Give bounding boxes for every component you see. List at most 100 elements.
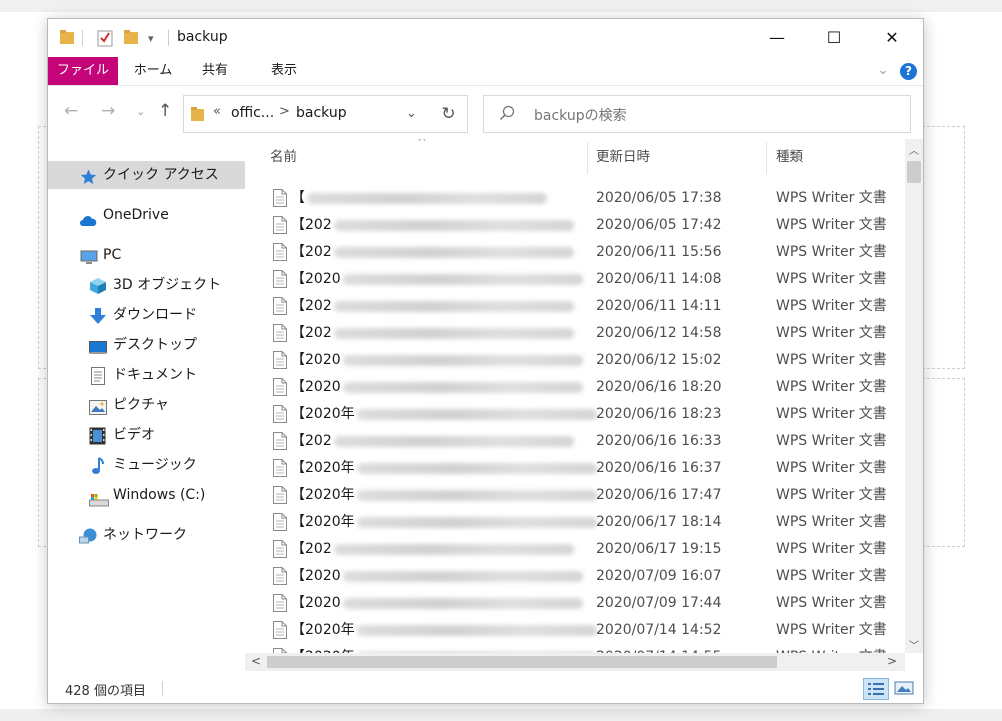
table-row[interactable]: 【202 2020/06/12 14:58 WPS Writer 文書: [245, 320, 905, 347]
details-view-button[interactable]: [863, 678, 889, 700]
quick-access-dropdown-icon[interactable]: ▾: [148, 32, 154, 45]
file-name-text: 【2020年: [291, 514, 355, 530]
table-row[interactable]: 【2020年 2020/06/16 17:47 WPS Writer 文書: [245, 482, 905, 509]
file-type: WPS Writer 文書: [776, 514, 887, 530]
table-row[interactable]: 【2020年2020/07/14 14:55 WPS Writer 文書: [245, 644, 905, 653]
refresh-button[interactable]: ↻: [430, 95, 468, 133]
table-row[interactable]: 【2020 2020/06/11 14:08 WPS Writer 文書: [245, 266, 905, 293]
horizontal-scrollbar[interactable]: < >: [245, 653, 905, 671]
address-overflow-chevron[interactable]: «: [213, 104, 221, 119]
file-name: 【2020年: [291, 401, 597, 428]
forward-arrow-icon[interactable]: →: [101, 101, 115, 121]
sidebar-item-downloads[interactable]: ダウンロード: [48, 301, 245, 329]
scroll-right-arrow-icon[interactable]: >: [887, 654, 897, 668]
table-row[interactable]: 【 2020/06/05 17:38 WPS Writer 文書: [245, 185, 905, 212]
large-icons-view-button[interactable]: [893, 678, 917, 698]
file-type: WPS Writer 文書: [776, 487, 887, 503]
picture-icon: [89, 397, 107, 415]
table-row[interactable]: 【202 2020/06/17 19:15 WPS Writer 文書: [245, 536, 905, 563]
table-row[interactable]: 【2020年 2020/07/14 14:52 WPS Writer 文書: [245, 617, 905, 644]
table-row[interactable]: 【202 2020/06/05 17:42 WPS Writer 文書: [245, 212, 905, 239]
tab-home[interactable]: ホーム: [126, 57, 180, 85]
file-date-modified: 2020/07/09 17:44: [596, 595, 722, 611]
file-date-modified: 2020/06/16 16:37: [596, 460, 722, 476]
vertical-scroll-thumb[interactable]: [907, 161, 921, 183]
sidebar-item-videos[interactable]: ビデオ: [48, 421, 245, 449]
new-folder-icon[interactable]: [124, 29, 138, 49]
tab-file[interactable]: ファイル: [48, 57, 118, 85]
scroll-up-arrow-icon[interactable]: ︿: [909, 142, 919, 157]
sidebar-item-music[interactable]: ミュージック: [48, 451, 245, 479]
horizontal-scroll-thumb[interactable]: [267, 656, 777, 668]
file-date-modified: 2020/07/09 16:07: [596, 568, 722, 584]
vertical-scrollbar[interactable]: ︿ ﹀: [905, 139, 923, 653]
column-separator[interactable]: [766, 142, 767, 174]
scroll-down-arrow-icon[interactable]: ﹀: [909, 637, 919, 652]
sidebar-item-pictures[interactable]: ピクチャ: [48, 391, 245, 419]
sidebar-item-pc[interactable]: PC: [48, 241, 245, 269]
file-type: WPS Writer 文書: [776, 595, 887, 611]
table-row[interactable]: 【2020 2020/06/16 18:20 WPS Writer 文書: [245, 374, 905, 401]
file-name-text: 【202: [291, 244, 332, 260]
file-name: 【202: [291, 239, 574, 266]
redacted-name-blur: [307, 192, 547, 204]
sidebar-item-label: ネットワーク: [103, 527, 187, 543]
column-header-date-modified[interactable]: 更新日時: [596, 139, 650, 175]
sidebar-item-desktop[interactable]: デスクトップ: [48, 331, 245, 359]
table-row[interactable]: 【2020 2020/07/09 16:07 WPS Writer 文書: [245, 563, 905, 590]
file-name-text: 【202: [291, 325, 332, 341]
search-box[interactable]: backupの検索: [483, 95, 911, 133]
file-name-text: 【202: [291, 217, 332, 233]
back-arrow-icon[interactable]: ←: [64, 101, 78, 121]
recent-locations-chevron-icon[interactable]: ⌄: [136, 105, 145, 118]
scroll-left-arrow-icon[interactable]: <: [251, 654, 261, 668]
table-row[interactable]: 【202 2020/06/16 16:33 WPS Writer 文書: [245, 428, 905, 455]
redacted-name-blur: [356, 462, 597, 474]
table-row[interactable]: 【2020年 2020/06/17 18:14 WPS Writer 文書: [245, 509, 905, 536]
file-type: WPS Writer 文書: [776, 406, 887, 422]
help-icon[interactable]: ?: [900, 63, 917, 80]
window-title: backup: [177, 29, 228, 45]
table-row[interactable]: 【202 2020/06/11 15:56 WPS Writer 文書: [245, 239, 905, 266]
file-name-text: 【202: [291, 541, 332, 557]
sidebar-item-label: OneDrive: [103, 207, 169, 223]
document-file-icon: [273, 540, 287, 558]
tab-share[interactable]: 共有: [191, 57, 239, 85]
file-date-modified: 2020/06/16 18:23: [596, 406, 722, 422]
table-row[interactable]: 【2020年 2020/06/16 16:37 WPS Writer 文書: [245, 455, 905, 482]
tab-view[interactable]: 表示: [257, 57, 311, 85]
column-header-type[interactable]: 種類: [776, 139, 803, 175]
table-row[interactable]: 【2020 2020/07/09 17:44 WPS Writer 文書: [245, 590, 905, 617]
table-row[interactable]: 【2020 2020/06/12 15:02 WPS Writer 文書: [245, 347, 905, 374]
address-segment-offic[interactable]: offic...: [231, 105, 274, 121]
column-header-name[interactable]: 名前: [270, 139, 297, 175]
ribbon-expand-chevron-icon[interactable]: ⌄: [874, 57, 892, 85]
sidebar-item-network[interactable]: ネットワーク: [48, 521, 245, 549]
document-file-icon: [273, 270, 287, 288]
sidebar-item-windows-c[interactable]: Windows (C:): [48, 481, 245, 509]
maximize-button[interactable]: ☐: [805, 19, 863, 57]
file-name-text: 【202: [291, 433, 332, 449]
music-icon: [91, 457, 109, 474]
sidebar-item-onedrive[interactable]: OneDrive: [48, 201, 245, 229]
document-file-icon: [273, 459, 287, 477]
sidebar-item-3d-objects[interactable]: 3D オブジェクト: [48, 271, 245, 299]
column-separator[interactable]: [587, 142, 588, 174]
close-button[interactable]: ✕: [863, 19, 921, 57]
up-arrow-icon[interactable]: ↑: [158, 101, 172, 121]
file-name-text: 【2020: [291, 595, 341, 611]
properties-check-icon[interactable]: [97, 29, 113, 51]
minimize-button[interactable]: —: [748, 19, 806, 57]
document-file-icon: [273, 243, 287, 261]
file-name: 【2020年: [291, 509, 597, 536]
sidebar-item-documents[interactable]: ドキュメント: [48, 361, 245, 389]
file-type: WPS Writer 文書: [776, 190, 887, 206]
address-segment-backup[interactable]: backup: [296, 105, 347, 121]
file-name-text: 【2020: [291, 379, 341, 395]
table-row[interactable]: 【2020年 2020/06/16 18:23 WPS Writer 文書: [245, 401, 905, 428]
address-bar[interactable]: « offic... > backup ⌄: [183, 95, 431, 133]
address-dropdown-chevron-icon[interactable]: ⌄: [406, 106, 417, 121]
desktop-icon: [89, 337, 107, 354]
table-row[interactable]: 【202 2020/06/11 14:11 WPS Writer 文書: [245, 293, 905, 320]
sidebar-item-quick-access[interactable]: クイック アクセス: [48, 161, 245, 189]
